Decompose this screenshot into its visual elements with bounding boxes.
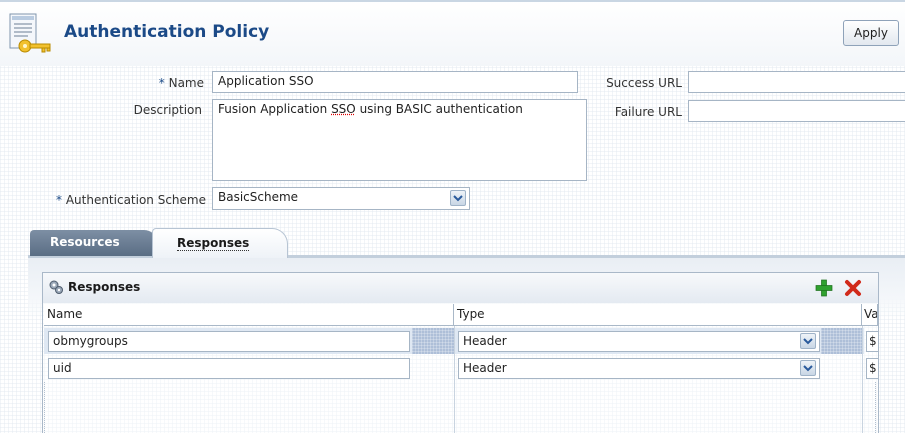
table-row-value-input[interactable]: $ [866,358,878,379]
success-url-label: Success URL [606,76,682,90]
table-row-value-input[interactable]: $ [866,331,878,352]
name-label: * Name [158,76,204,90]
tab-resources[interactable]: Resources [30,230,158,256]
description-label: Description [133,103,202,117]
table-row-name-input[interactable]: uid [48,358,410,379]
tab-responses[interactable]: Responses [152,228,288,258]
column-header-type[interactable]: Type [454,304,862,326]
gear-columns-icon [49,280,63,294]
row-selection-marker [821,328,863,354]
auth-scheme-label: * Authentication Scheme [55,193,206,207]
column-header-value[interactable]: Va [862,304,878,326]
policy-key-icon [9,13,51,53]
name-field[interactable]: Application SSO [212,71,578,93]
chevron-down-icon [800,333,816,349]
chevron-down-icon [800,360,816,376]
failure-url-field[interactable] [688,100,905,122]
success-url-field[interactable] [688,71,905,93]
row-selection-marker [412,328,454,354]
failure-url-label: Failure URL [614,105,682,119]
header-top-border [0,0,905,2]
table-row-type-select[interactable]: Header [458,358,820,379]
table-empty-area [44,382,876,433]
apply-button[interactable]: Apply [843,20,899,46]
table-toolbar [43,273,878,303]
auth-scheme-select[interactable]: BasicScheme [212,187,470,210]
page-title: Authentication Policy [64,22,270,42]
table-title: Responses [68,280,141,294]
description-field[interactable]: Fusion Application SSO using BASIC authe… [212,99,587,181]
table-row-name-input[interactable]: obmygroups [48,331,410,352]
add-icon[interactable] [815,279,833,297]
delete-icon[interactable] [844,279,862,297]
chevron-down-icon [450,190,466,206]
column-header-name[interactable]: Name [44,304,454,326]
table-row-type-select[interactable]: Header [458,331,820,352]
